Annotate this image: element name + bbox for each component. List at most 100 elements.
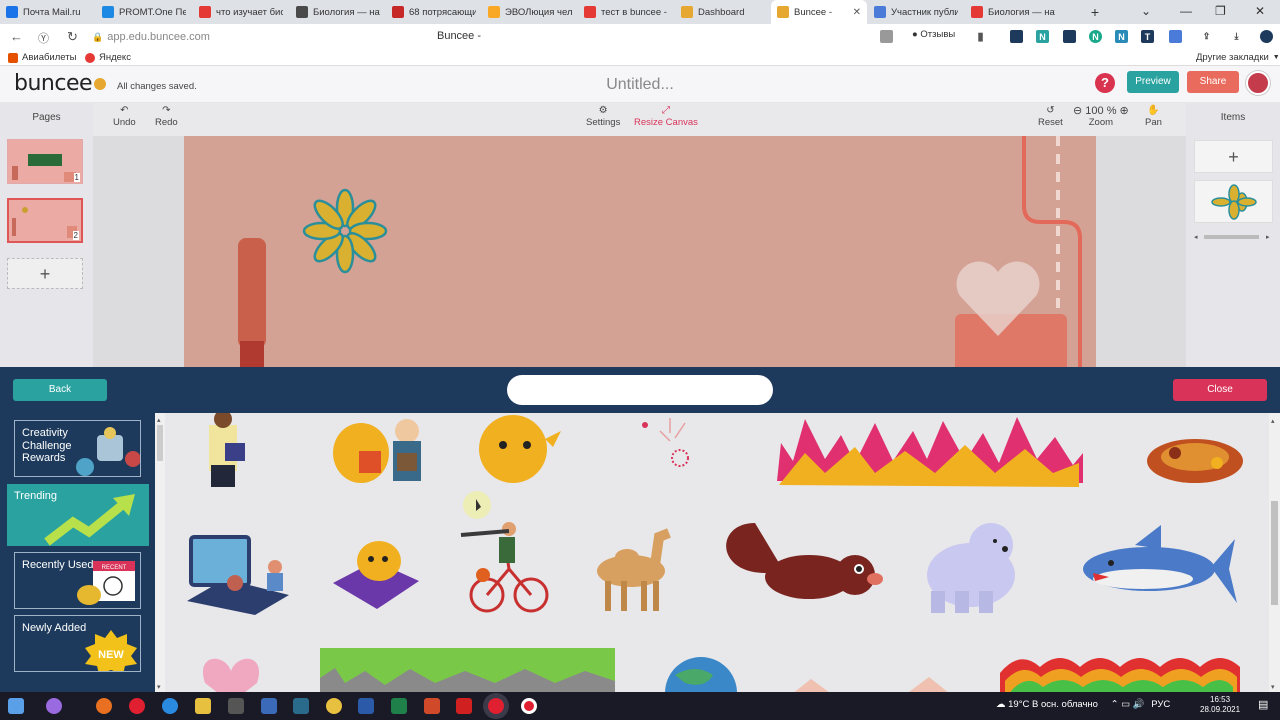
category-newly-added[interactable]: Newly Added NEW: [14, 615, 141, 672]
sticker-chick-on-carpet[interactable]: [333, 541, 419, 609]
browser-tab[interactable]: Биология — нау: [290, 0, 386, 24]
tl-extension-icon[interactable]: T: [1141, 30, 1154, 43]
browser-tab[interactable]: 68 потрясающих: [386, 0, 482, 24]
browser-tab[interactable]: Участник публи: [868, 0, 964, 24]
browser-tab[interactable]: ЭВОЛюция чело: [482, 0, 578, 24]
item-thumbnail-flower[interactable]: [1194, 180, 1273, 223]
recorder-icon[interactable]: [521, 698, 537, 714]
sidebar-scrollbar[interactable]: ▴ ▾: [155, 413, 165, 692]
page-thumbnail-1[interactable]: 1: [7, 139, 83, 184]
powerpoint-icon[interactable]: [424, 698, 440, 714]
tab-search-icon[interactable]: ⌄: [1141, 4, 1151, 18]
crop-extension-icon[interactable]: [1010, 30, 1023, 43]
sticker-polar-bear[interactable]: [927, 523, 1015, 613]
excel-icon[interactable]: [391, 698, 407, 714]
opera-icon[interactable]: [129, 698, 145, 714]
n-extension-icon[interactable]: N: [1036, 30, 1049, 43]
search-input[interactable]: [507, 375, 773, 405]
resize-canvas-button[interactable]: ⤢ Resize Canvas: [634, 105, 698, 128]
chrome-icon[interactable]: [326, 698, 342, 714]
reviews-button[interactable]: ● Отзывы: [912, 29, 955, 40]
back-button[interactable]: Back: [13, 379, 107, 401]
sticker-earth-globe[interactable]: [665, 657, 737, 692]
category-trending[interactable]: Trending: [7, 484, 149, 546]
pan-button[interactable]: ✋ Pan: [1145, 105, 1162, 128]
grid-scrollbar[interactable]: ▴ ▾: [1269, 413, 1280, 692]
sticker-green-grass[interactable]: [320, 648, 615, 692]
browser-tab[interactable]: Buncee - ✕: [771, 0, 867, 24]
share-extension-icon[interactable]: ⇪: [1200, 30, 1213, 43]
file-explorer-icon[interactable]: [195, 698, 211, 714]
browser-tab[interactable]: Dashboard: [675, 0, 771, 24]
category-recently-used[interactable]: Recently Used RECENT: [14, 552, 141, 609]
sticker-shark[interactable]: [1083, 525, 1237, 603]
undo-button[interactable]: ↶ Undo: [113, 105, 136, 128]
bookmark-icon[interactable]: ▮: [974, 30, 987, 43]
sticker-family-tablet-puzzle[interactable]: [187, 535, 289, 615]
sticker-yellow-chick[interactable]: [479, 415, 561, 483]
close-button[interactable]: Close: [1173, 379, 1267, 401]
sticker-pink-heart[interactable]: [203, 658, 259, 692]
image-viewer-icon[interactable]: [293, 698, 309, 714]
sticker-person-with-book[interactable]: [209, 413, 245, 487]
edge-icon[interactable]: [162, 698, 178, 714]
pdf-reader-icon[interactable]: [456, 698, 472, 714]
sticker-camel[interactable]: [597, 528, 671, 611]
calculator-icon[interactable]: [228, 698, 244, 714]
minimize-icon[interactable]: —: [1180, 4, 1192, 18]
browser-tab[interactable]: тест в buncee -: [578, 0, 674, 24]
bookmark-yandex[interactable]: Яндекс: [85, 52, 131, 63]
firefox-icon[interactable]: [96, 698, 112, 714]
browser-tab[interactable]: что изучает био: [193, 0, 289, 24]
other-bookmarks[interactable]: Другие закладки ▼: [1196, 52, 1280, 63]
sticker-rainbow-waves[interactable]: [1000, 658, 1240, 692]
sticker-kids-reading-chicks[interactable]: [333, 419, 421, 483]
tray-icons[interactable]: ⌃ ▭ 🔊: [1111, 699, 1145, 710]
profile-extension-icon[interactable]: [1260, 30, 1273, 43]
sticker-dandelion-seeds[interactable]: [642, 418, 689, 467]
sticker-autumn-leaves-pile[interactable]: [1147, 439, 1243, 483]
page-canvas[interactable]: [184, 136, 1096, 367]
sticker-fire-flames[interactable]: [777, 417, 1083, 487]
window-close-icon[interactable]: ✕: [1255, 4, 1265, 18]
browser-tab[interactable]: PROMT.One Пер: [96, 0, 192, 24]
sticker-squirrel[interactable]: [726, 523, 883, 599]
cortana-icon[interactable]: [46, 698, 62, 714]
yandex-browser-icon[interactable]: [488, 698, 504, 714]
add-item-button[interactable]: +: [1194, 140, 1273, 173]
download-extension-icon[interactable]: ⤓: [1230, 30, 1243, 43]
n-circle-extension-icon[interactable]: N: [1089, 30, 1102, 43]
notifications-icon[interactable]: ▤: [1258, 698, 1268, 711]
zoom-in-icon[interactable]: ⊕: [1120, 105, 1129, 117]
translate-icon[interactable]: [880, 30, 893, 43]
reset-button[interactable]: ↺ Reset: [1038, 105, 1063, 128]
clock[interactable]: 16:53 28.09.2021: [1200, 695, 1240, 715]
word-icon[interactable]: [358, 698, 374, 714]
n-blue-extension-icon[interactable]: N: [1115, 30, 1128, 43]
translate-ext-icon[interactable]: [1169, 30, 1182, 43]
document-title[interactable]: Untitled...: [0, 76, 1280, 94]
settings-button[interactable]: ⚙ Settings: [586, 105, 620, 128]
add-page-button[interactable]: +: [7, 258, 83, 289]
page-thumbnail-2[interactable]: 2: [7, 198, 83, 243]
windows-start-icon[interactable]: [8, 698, 24, 714]
preview-button[interactable]: Preview: [1127, 71, 1179, 93]
monitor-icon[interactable]: [261, 698, 277, 714]
doc-extension-icon[interactable]: [1063, 30, 1076, 43]
help-button[interactable]: ?: [1095, 73, 1115, 93]
items-scrollbar[interactable]: ◂ ▸: [1194, 233, 1273, 240]
bookmark-aviabilety[interactable]: Авиабилеты: [8, 52, 76, 63]
browser-tab[interactable]: Почта Mail.ru: [0, 0, 96, 24]
maximize-icon[interactable]: ❐: [1215, 4, 1226, 18]
sticker-girl-on-bicycle[interactable]: [460, 522, 549, 613]
new-tab-button[interactable]: +: [1084, 0, 1106, 24]
language-indicator[interactable]: РУС: [1151, 699, 1170, 710]
category-creativity-challenge[interactable]: Creativity Challenge Rewards: [14, 420, 141, 477]
avatar[interactable]: [1246, 71, 1270, 95]
sticker-mountains[interactable]: [787, 677, 955, 692]
share-button[interactable]: Share: [1187, 71, 1239, 93]
zoom-out-icon[interactable]: ⊖: [1073, 105, 1082, 117]
redo-button[interactable]: ↷ Redo: [155, 105, 178, 128]
tab-close-icon[interactable]: ✕: [853, 7, 861, 18]
browser-tab[interactable]: Биология — нау: [965, 0, 1061, 24]
